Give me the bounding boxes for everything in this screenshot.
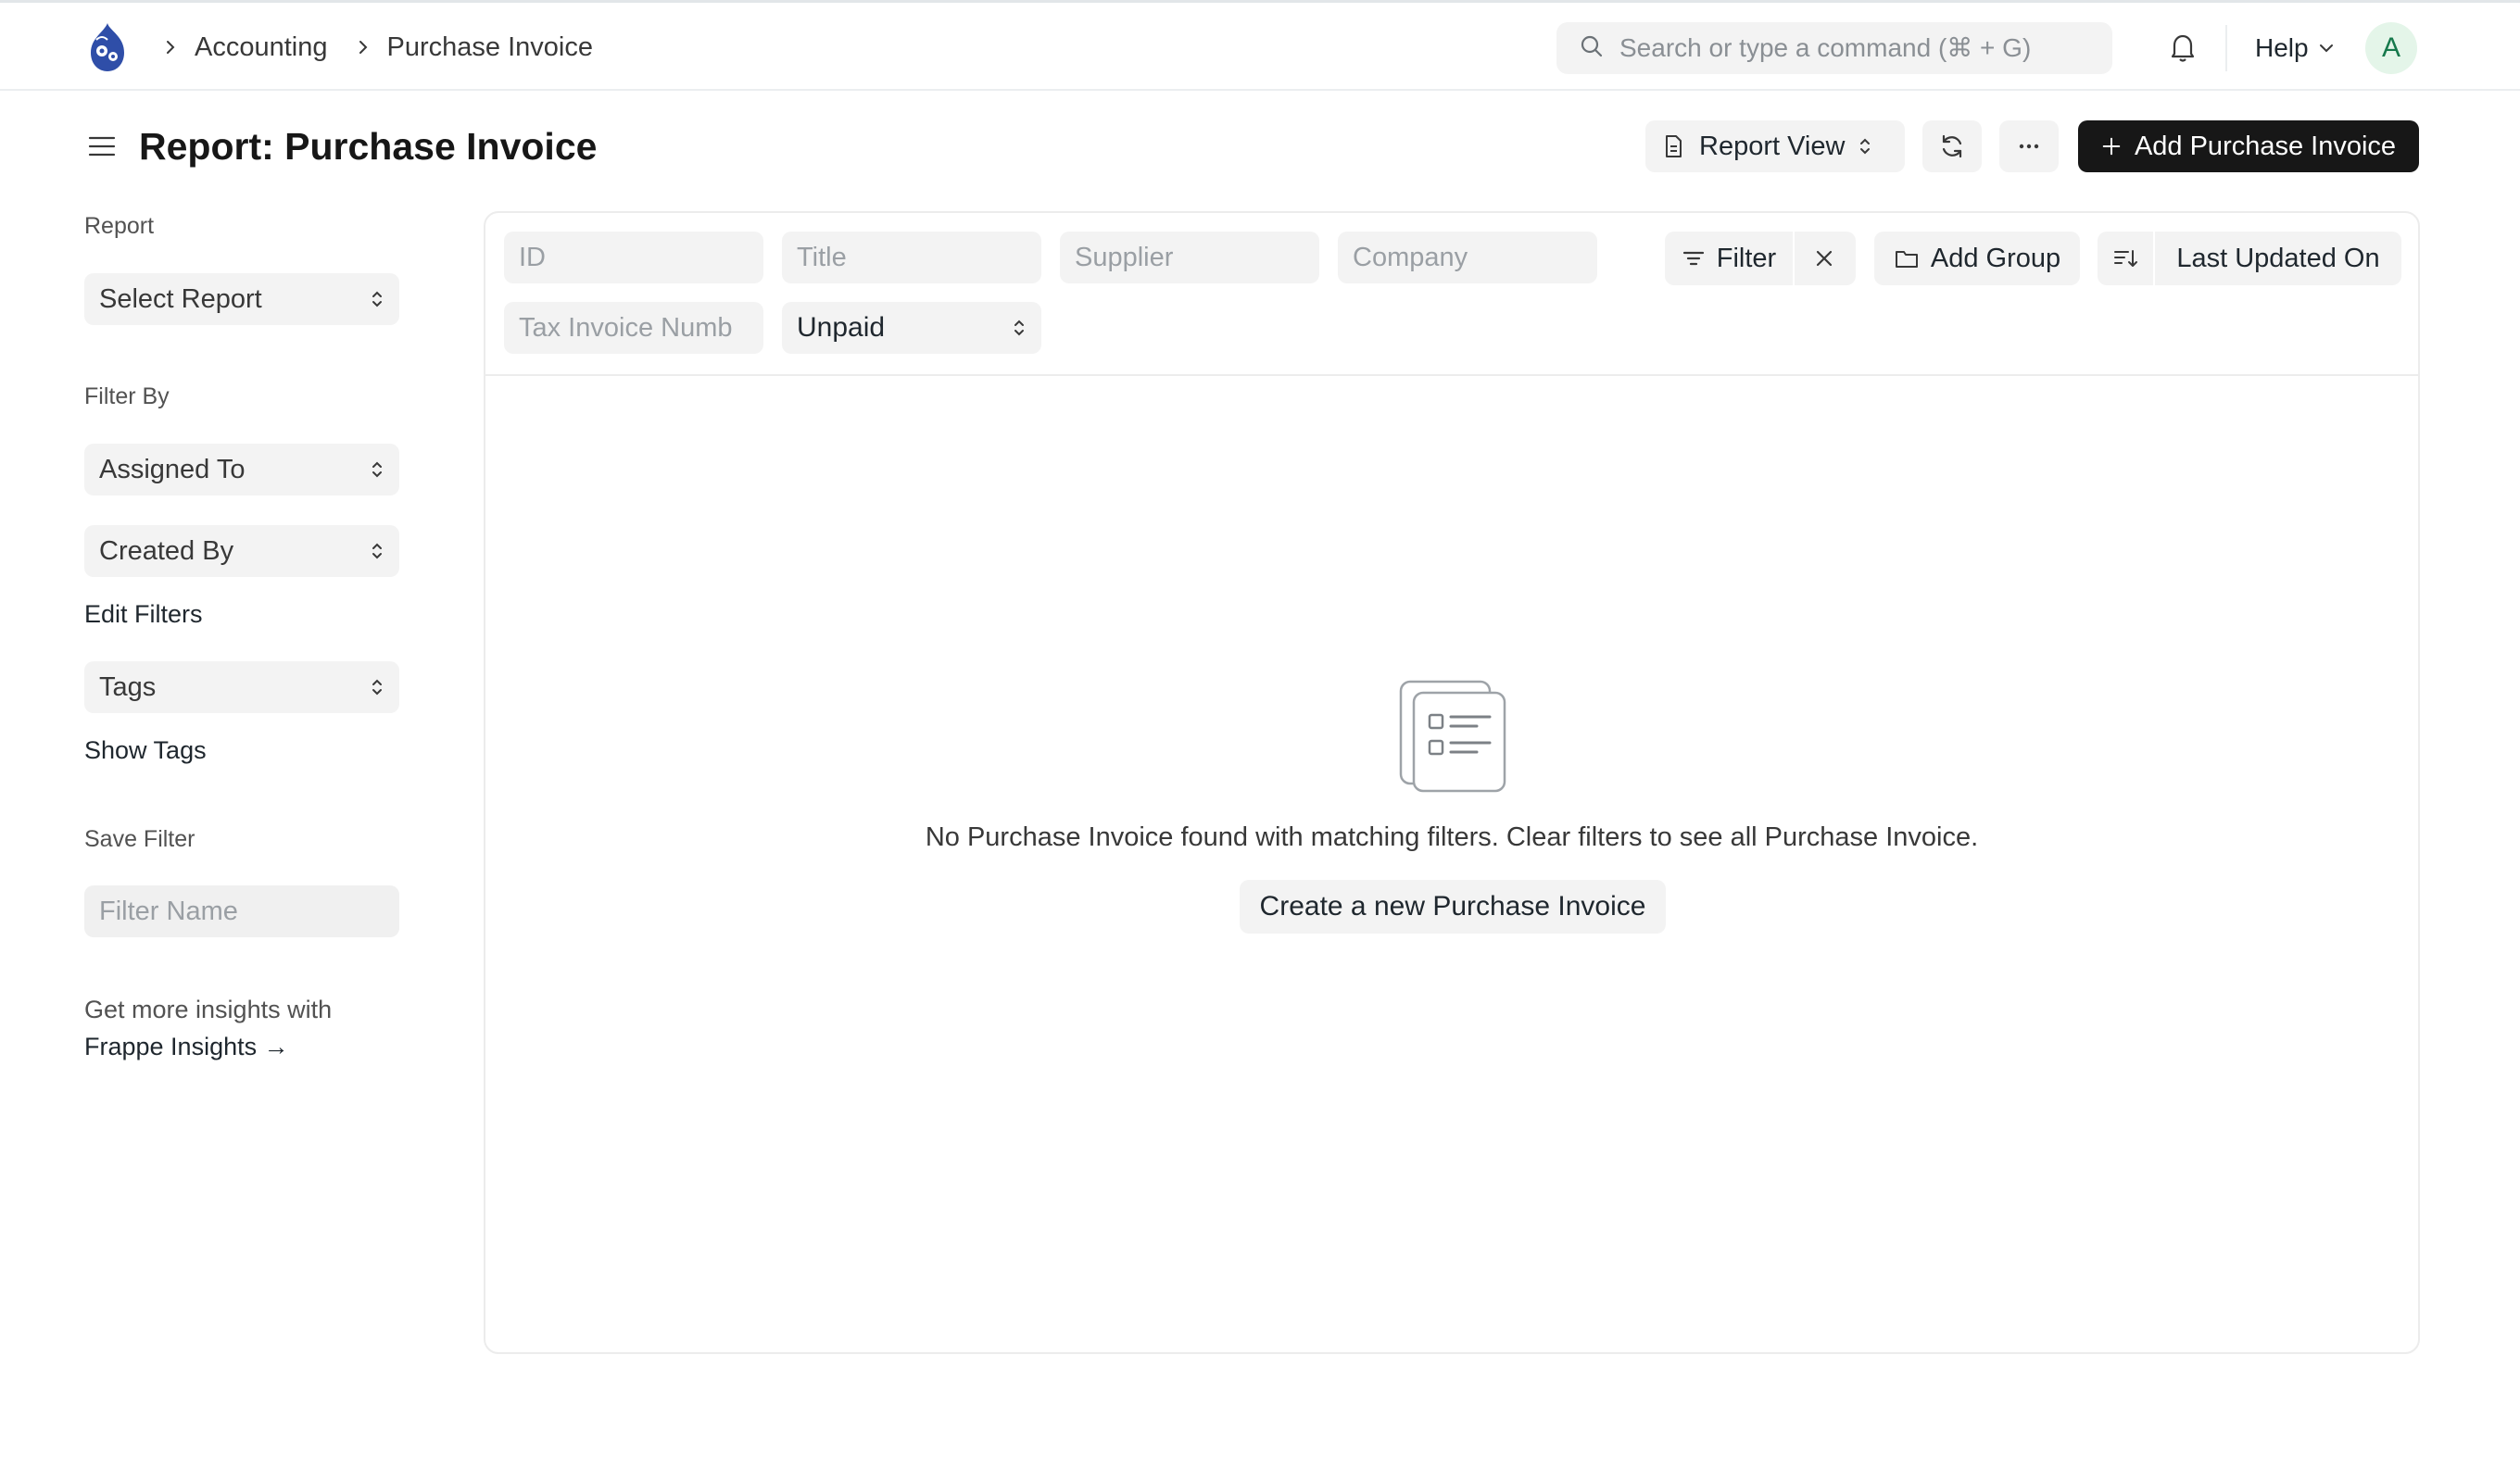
select-report-dropdown[interactable]: Select Report — [84, 273, 399, 325]
save-filter-label: Save Filter — [84, 826, 195, 852]
sidebar-toggle-icon[interactable] — [85, 130, 119, 163]
select-arrows-icon — [1014, 320, 1024, 336]
filter-name-input[interactable] — [84, 885, 399, 937]
add-group-label: Add Group — [1930, 243, 2061, 273]
filter-button-group: Filter — [1665, 232, 1856, 285]
document-icon — [1666, 135, 1682, 157]
empty-list-icon — [1399, 680, 1506, 793]
created-by-label: Created By — [99, 535, 234, 566]
insights-text: Get more insights with — [84, 996, 333, 1023]
tax-invoice-number-filter-input[interactable] — [504, 302, 763, 354]
breadcrumb-purchase-invoice[interactable]: Purchase Invoice — [387, 32, 593, 63]
chevron-right-icon — [348, 39, 378, 56]
frappe-insights-link[interactable]: Frappe Insights → — [84, 1028, 332, 1065]
insights-promo: Get more insights with Frappe Insights → — [84, 991, 332, 1065]
title-filter-input[interactable] — [782, 232, 1041, 283]
breadcrumb: Accounting Purchase Invoice — [156, 3, 613, 92]
search-input[interactable] — [1619, 33, 2101, 63]
standard-filter-bar: Unpaid Filter Add Group Last Updated On — [485, 213, 2418, 376]
add-group-button[interactable]: Add Group — [1874, 232, 2080, 285]
more-horizontal-icon — [2019, 144, 2039, 149]
tags-dropdown[interactable]: Tags — [84, 661, 399, 713]
select-report-label: Select Report — [99, 283, 262, 314]
folder-icon — [1895, 251, 1918, 268]
more-actions-button[interactable] — [1999, 120, 2059, 172]
refresh-icon — [1942, 134, 1962, 158]
sort-selector: Last Updated On — [2098, 232, 2401, 285]
filter-button-label: Filter — [1716, 243, 1777, 273]
create-new-purchase-invoice-button[interactable]: Create a new Purchase Invoice — [1240, 880, 1666, 934]
select-arrows-icon — [372, 291, 382, 307]
report-panel: Unpaid Filter Add Group Last Updated On — [484, 211, 2420, 1354]
sort-descending-icon — [2114, 250, 2137, 267]
report-view-selector[interactable]: Report View — [1645, 120, 1905, 172]
add-purchase-invoice-label: Add Purchase Invoice — [2134, 131, 2397, 161]
add-purchase-invoice-button[interactable]: Add Purchase Invoice — [2078, 120, 2419, 172]
tags-label: Tags — [99, 671, 157, 702]
awesome-bar[interactable] — [1556, 22, 2112, 74]
plus-icon — [2102, 137, 2121, 156]
clear-filters-button[interactable] — [1795, 232, 1854, 285]
notification-bell-icon[interactable] — [2166, 31, 2199, 64]
status-filter-select[interactable]: Unpaid — [782, 302, 1041, 354]
report-section-label: Report — [84, 213, 155, 239]
sort-field-button[interactable]: Last Updated On — [2155, 232, 2401, 285]
status-filter-value: Unpaid — [797, 312, 886, 343]
report-view-label: Report View — [1699, 131, 1846, 161]
select-arrows-icon — [372, 679, 382, 696]
select-arrows-icon — [372, 543, 382, 559]
chevron-down-icon — [2309, 33, 2335, 63]
user-avatar[interactable]: A — [2365, 22, 2417, 74]
filter-by-label: Filter By — [84, 383, 170, 409]
app-logo-icon[interactable] — [82, 19, 133, 75]
select-arrows-icon — [372, 461, 382, 478]
refresh-button[interactable] — [1922, 120, 1982, 172]
supplier-filter-input[interactable] — [1060, 232, 1319, 283]
navbar: Accounting Purchase Invoice Help A — [0, 0, 2520, 91]
help-dropdown[interactable]: Help — [2255, 25, 2335, 71]
company-filter-input[interactable] — [1338, 232, 1597, 283]
show-tags-link[interactable]: Show Tags — [84, 736, 207, 765]
search-icon — [1579, 33, 1619, 64]
close-icon — [1816, 250, 1833, 267]
help-label: Help — [2255, 33, 2309, 62]
filter-button[interactable]: Filter — [1665, 232, 1795, 285]
id-filter-input[interactable] — [504, 232, 763, 283]
select-arrows-icon — [1860, 138, 1871, 155]
chevron-right-icon — [156, 39, 185, 56]
navbar-divider — [2225, 25, 2227, 71]
created-by-dropdown[interactable]: Created By — [84, 525, 399, 577]
page-title: Report: Purchase Invoice — [139, 125, 598, 168]
assigned-to-label: Assigned To — [99, 454, 246, 484]
filter-icon — [1682, 251, 1704, 266]
breadcrumb-accounting[interactable]: Accounting — [195, 32, 328, 63]
assigned-to-dropdown[interactable]: Assigned To — [84, 444, 399, 495]
edit-filters-link[interactable]: Edit Filters — [84, 600, 203, 629]
sort-direction-button[interactable] — [2098, 232, 2155, 285]
empty-state-message: No Purchase Invoice found with matching … — [925, 822, 1979, 852]
